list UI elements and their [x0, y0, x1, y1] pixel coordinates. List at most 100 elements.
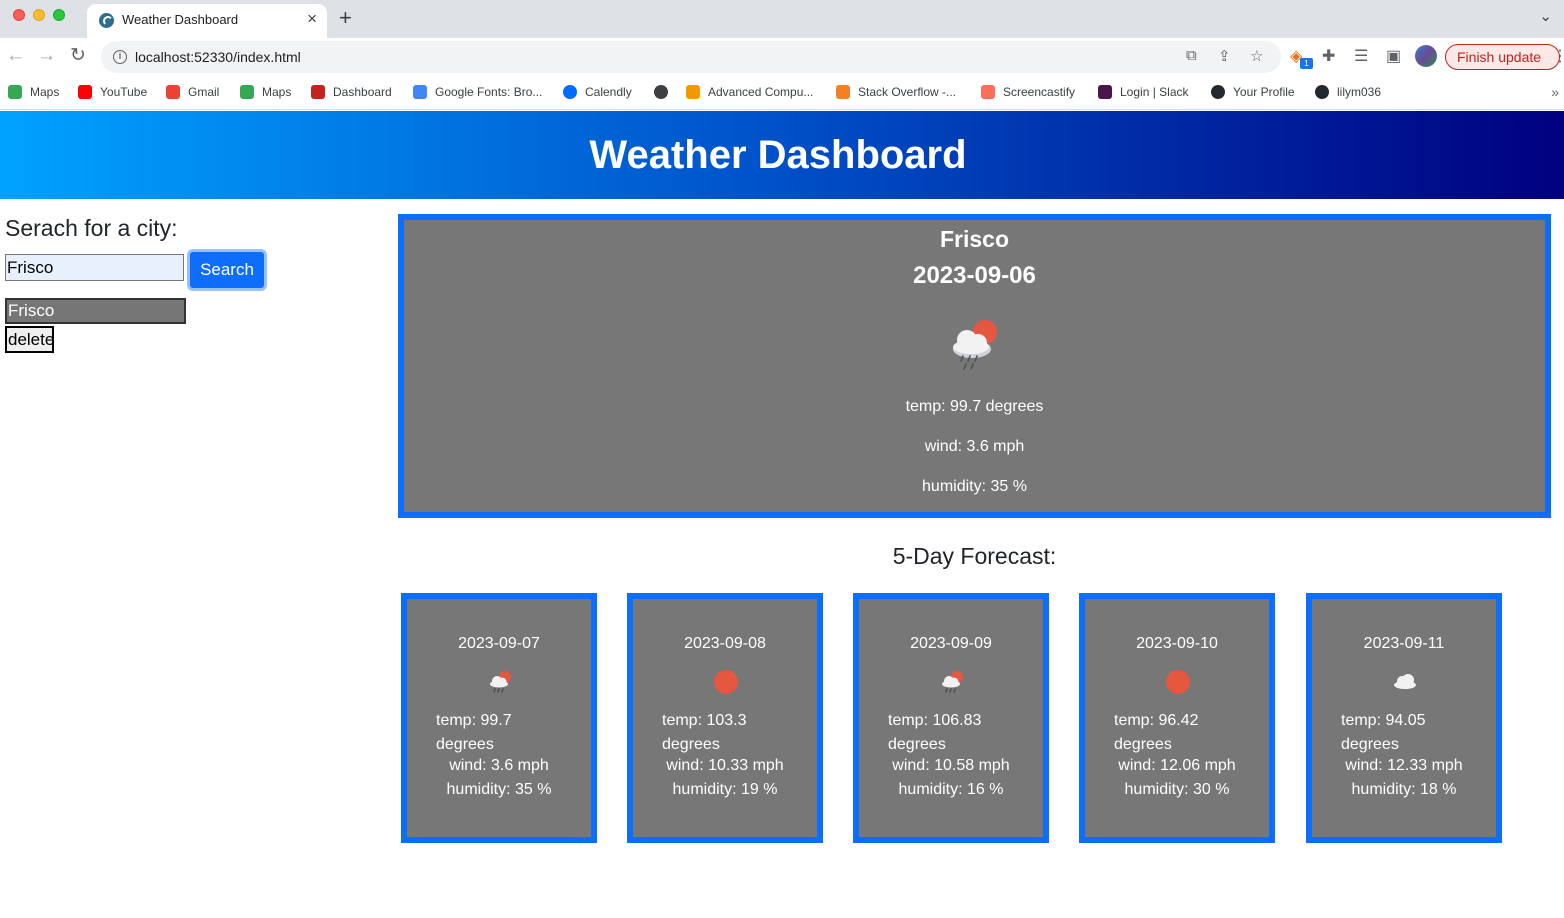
search-heading: Serach for a city:: [5, 215, 178, 241]
browser-tab-active[interactable]: Weather Dashboard ×: [87, 4, 327, 38]
bookmarks-overflow-icon[interactable]: »: [1551, 84, 1559, 100]
current-humidity: humidity: 35 %: [922, 478, 1027, 495]
rain-sun-icon: [490, 671, 511, 693]
finish-update-button[interactable]: Finish update: [1445, 44, 1560, 70]
bookmark-item[interactable]: Calendly: [563, 84, 632, 102]
profile-avatar[interactable]: [1415, 45, 1437, 67]
bookmark-label: Dashboard: [333, 85, 392, 99]
forecast-card: 2023-09-10 temp: 96.42 degrees wind: 12.06…: [1079, 593, 1275, 843]
forecast-temp: temp: 106.83 degrees: [888, 712, 982, 753]
dashboard-icon: [311, 85, 325, 99]
bookmark-item[interactable]: Advanced Compu...: [686, 84, 813, 102]
bookmark-item[interactable]: Your Profile: [1211, 84, 1295, 102]
open-in-window-icon[interactable]: ⧉: [1186, 47, 1197, 64]
window-maximize-button[interactable]: [53, 9, 65, 21]
tab-close-icon[interactable]: ×: [307, 9, 317, 29]
delete-history-button[interactable]: delete: [5, 326, 54, 353]
current-temp: temp: 99.7 degrees: [905, 398, 1044, 415]
maps-pin-icon: [8, 85, 22, 99]
forecast-humidity: humidity: 30 %: [1124, 781, 1230, 798]
extension-badge: 1: [1300, 58, 1313, 69]
new-tab-button[interactable]: +: [339, 5, 352, 31]
bookmark-label: Maps: [262, 85, 292, 99]
github-icon: [1211, 85, 1225, 99]
extensions-puzzle-icon[interactable]: ✚: [1322, 47, 1335, 67]
bookmark-item[interactable]: Dashboard: [311, 84, 392, 102]
address-bar[interactable]: i localhost:52330/index.html ⧉ ⇪ ☆: [101, 41, 1281, 73]
forecast-card: 2023-09-11 temp: 94.05 degrees wind: 12.33…: [1306, 593, 1502, 843]
forecast-temp: temp: 99.7 degrees: [436, 712, 512, 753]
bookmark-label: Gmail: [188, 85, 220, 99]
bookmark-item[interactable]: Google Fonts: Bro...: [413, 84, 542, 102]
fs-icon: [686, 85, 700, 99]
forecast-humidity: humidity: 35 %: [446, 781, 552, 798]
reading-list-icon[interactable]: ☰: [1354, 47, 1368, 67]
forward-arrow-icon[interactable]: →: [37, 44, 56, 68]
stackoverflow-icon: [836, 85, 850, 99]
bookmark-label: Screencastify: [1003, 85, 1076, 99]
search-button[interactable]: Search: [187, 249, 267, 291]
forecast-humidity: humidity: 16 %: [898, 781, 1004, 798]
site-info-icon[interactable]: i: [113, 50, 127, 64]
url-text[interactable]: localhost:52330/index.html: [135, 49, 301, 65]
window-minimize-button[interactable]: [33, 9, 45, 21]
bookmarks-bar: Maps YouTube Gmail Maps Dashboard Google Font…: [0, 76, 1564, 110]
forecast-card: 2023-09-09 temp: 106.83 degrees wind: 10.5…: [853, 593, 1049, 843]
share-icon[interactable]: ⇪: [1218, 47, 1231, 65]
globe-icon: [654, 85, 668, 99]
bookmark-item[interactable]: YouTube: [78, 84, 147, 102]
bookmark-label: Google Fonts: Bro...: [435, 85, 543, 99]
maps-pin-icon: [240, 85, 254, 99]
bookmark-label: Your Profile: [1233, 85, 1295, 99]
forecast-temp: temp: 96.42 degrees: [1114, 712, 1199, 753]
sun-icon: [714, 670, 738, 694]
current-city: Frisco: [939, 226, 1010, 252]
bookmark-label: Maps: [30, 85, 60, 99]
reload-icon[interactable]: ↻: [70, 44, 86, 68]
tab-favicon-icon: [99, 13, 114, 28]
forecast-heading: 5-Day Forecast:: [892, 543, 1057, 569]
bookmark-label: YouTube: [100, 85, 148, 99]
forecast-wind: wind: 3.6 mph: [449, 757, 549, 774]
bookmark-item[interactable]: [654, 84, 676, 102]
back-arrow-icon[interactable]: ←: [6, 44, 25, 68]
bookmark-item[interactable]: Screencastify: [981, 84, 1075, 102]
forecast-temp: temp: 94.05 degrees: [1341, 712, 1426, 753]
forecast-card: 2023-09-07 temp: 99.7 degrees wind: 3.6 mp…: [401, 593, 597, 843]
slack-icon: [1098, 85, 1112, 99]
bookmark-item[interactable]: Maps: [240, 84, 291, 102]
current-wind: wind: 3.6 mph: [924, 438, 1025, 455]
youtube-icon: [78, 85, 92, 99]
page-title: Weather Dashboard: [589, 133, 967, 177]
city-search-input[interactable]: [5, 254, 184, 281]
forecast-wind: wind: 12.06 mph: [1118, 757, 1236, 774]
tab-search-chevron-icon[interactable]: ⌄: [1539, 7, 1552, 25]
rain-sun-icon: [953, 320, 997, 370]
cloud-icon: [1394, 674, 1416, 689]
bookmark-star-icon[interactable]: ☆: [1250, 47, 1263, 65]
bookmark-item[interactable]: lilym036: [1315, 84, 1381, 102]
bookmark-label: Stack Overflow -...: [858, 85, 957, 99]
current-date: 2023-09-06: [913, 262, 1036, 289]
browser-tabstrip: Weather Dashboard × + ⌄: [0, 0, 1564, 38]
side-panel-icon[interactable]: ▣: [1386, 47, 1401, 67]
forecast-date: 2023-09-09: [910, 635, 992, 652]
bookmark-item[interactable]: Login | Slack: [1098, 84, 1189, 102]
forecast-wind: wind: 12.33 mph: [1345, 757, 1463, 774]
tab-title: Weather Dashboard: [122, 12, 239, 27]
browser-toolbar: ← → ↻ i localhost:52330/index.html ⧉ ⇪ ☆…: [0, 38, 1564, 76]
screencastify-icon: [981, 85, 995, 99]
forecast-wind: wind: 10.33 mph: [666, 757, 784, 774]
github-icon: [1315, 85, 1329, 99]
bookmark-item[interactable]: Gmail: [166, 84, 219, 102]
forecast-date: 2023-09-07: [458, 635, 540, 652]
rain-sun-icon: [942, 671, 963, 693]
forecast-temp: temp: 103.3 degrees: [662, 712, 747, 753]
bookmark-item[interactable]: Stack Overflow -...: [836, 84, 956, 102]
forecast-date: 2023-09-10: [1136, 635, 1218, 652]
bookmark-item[interactable]: Maps: [8, 84, 59, 102]
bookmark-label: Login | Slack: [1120, 85, 1189, 99]
history-item-button[interactable]: Frisco: [5, 298, 186, 324]
forecast-humidity: humidity: 18 %: [1351, 781, 1457, 798]
window-close-button[interactable]: [13, 9, 25, 21]
